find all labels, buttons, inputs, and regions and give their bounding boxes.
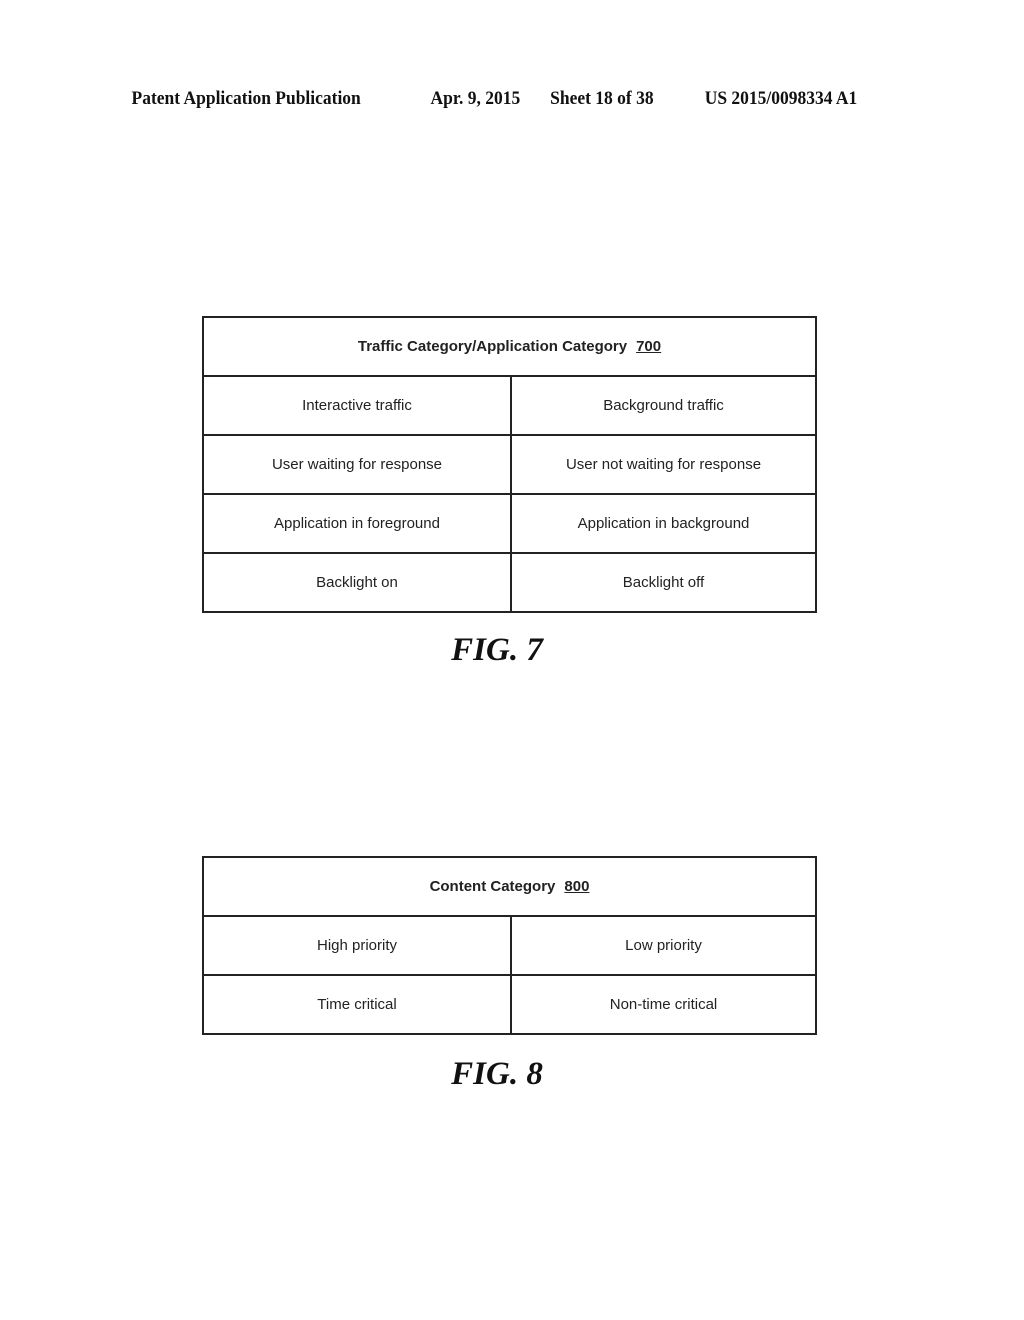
patent-number: US 2015/0098334 A1 (704, 88, 858, 109)
table-cell: Non-time critical (609, 996, 718, 1013)
table-cell: Time critical (204, 976, 512, 1033)
table-row: Interactive traffic Background traffic (204, 377, 815, 436)
page-header: Patent Application Publication Apr. 9, 2… (0, 88, 942, 114)
reference-number: 700 (636, 338, 662, 355)
publication-label: Patent Application Publication (131, 88, 361, 109)
content-category-table: Content Category 800 High priority Low p… (202, 856, 817, 1035)
table-title: Traffic Category/Application Category (357, 338, 628, 355)
table-title-row: Content Category 800 (204, 858, 815, 917)
table-row: High priority Low priority (204, 917, 815, 976)
table-title-row: Traffic Category/Application Category 70… (204, 318, 815, 377)
table-cell: Backlight off (622, 574, 705, 591)
table-cell: Background traffic (603, 397, 724, 414)
table-cell: User waiting for response (204, 436, 512, 493)
table-cell: Application in background (577, 515, 750, 532)
table-cell: Interactive traffic (204, 377, 512, 434)
table-row: Application in foreground Application in… (204, 495, 815, 554)
figure-caption: FIG. 8 (451, 1056, 543, 1092)
table-row: Time critical Non-time critical (204, 976, 815, 1033)
publication-date: Apr. 9, 2015 (430, 88, 521, 109)
table-row: User waiting for response User not waiti… (204, 436, 815, 495)
table-cell: Backlight on (204, 554, 512, 611)
table-title: Content Category (429, 878, 556, 895)
traffic-category-table: Traffic Category/Application Category 70… (202, 316, 817, 613)
figure-caption: FIG. 7 (451, 632, 543, 668)
table-cell: High priority (204, 917, 512, 974)
reference-number: 800 (564, 878, 590, 895)
table-cell: Low priority (625, 937, 702, 954)
table-cell: User not waiting for response (565, 456, 762, 473)
table-cell: Application in foreground (204, 495, 512, 552)
sheet-number: Sheet 18 of 38 (550, 88, 654, 109)
table-row: Backlight on Backlight off (204, 554, 815, 611)
